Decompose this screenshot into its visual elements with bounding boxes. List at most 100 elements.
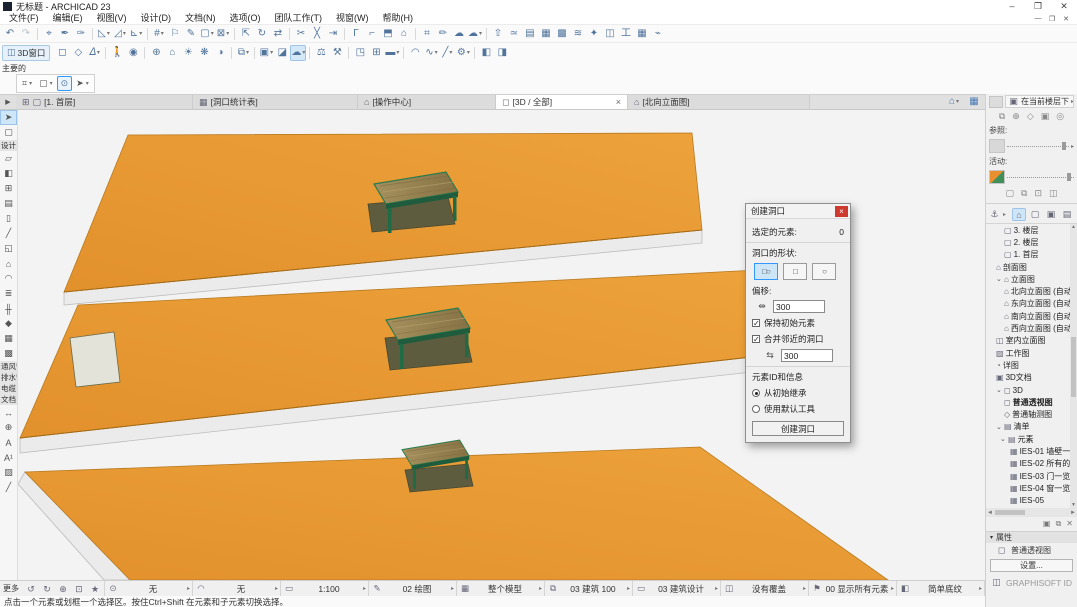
view-tab[interactable]: ▦ [洞口统计表] bbox=[193, 95, 358, 109]
tree-item[interactable]: ⌄ ▤ 元素 bbox=[986, 433, 1077, 445]
cutting-planes[interactable]: ◪ bbox=[274, 45, 290, 61]
view-tab[interactable]: ⌂ [北向立面图] bbox=[628, 95, 810, 109]
orientation[interactable]: ◠ 无 ▸ bbox=[193, 581, 281, 596]
orbit-tool[interactable]: ⊙ bbox=[57, 76, 73, 91]
mdi-minimize-button[interactable]: — bbox=[1031, 15, 1045, 23]
item[interactable] bbox=[144, 47, 145, 59]
palette-dock[interactable]: ▣ bbox=[1043, 519, 1051, 529]
radio-selected[interactable] bbox=[752, 389, 760, 397]
tab-close-icon[interactable]: × bbox=[610, 97, 621, 107]
active-transparency-slider[interactable] bbox=[1007, 172, 1074, 182]
item[interactable] bbox=[254, 47, 255, 59]
item[interactable] bbox=[415, 28, 416, 40]
door-tool[interactable]: ◧ bbox=[0, 166, 17, 181]
cloud-options[interactable]: ☁ ▾ bbox=[467, 26, 483, 42]
tree-item[interactable]: ▦ IES-02 所有的开口 bbox=[986, 458, 1077, 470]
trace-add[interactable]: ⊕ bbox=[1012, 111, 1020, 122]
publisher-tab[interactable]: ▤ bbox=[1060, 208, 1074, 221]
trace-reference-combo[interactable]: ▣ 在当前楼层下 ▸ bbox=[1005, 95, 1074, 108]
item[interactable]: 排水管 bbox=[0, 372, 17, 383]
spline-tool[interactable]: ∿ ▾ bbox=[423, 45, 439, 61]
shell-tool[interactable]: ◠ bbox=[0, 271, 17, 286]
bookmark-view[interactable]: ★ bbox=[88, 581, 102, 597]
radio-unselected[interactable] bbox=[752, 405, 760, 413]
item[interactable] bbox=[289, 28, 290, 40]
view-tab[interactable]: ⊞ ▢ [1. 首层] bbox=[16, 95, 193, 109]
shape-circle-button[interactable]: ○ bbox=[812, 263, 836, 280]
trace-compare[interactable]: ◫ bbox=[1049, 188, 1058, 199]
menu-item[interactable]: 视窗(W) bbox=[329, 13, 376, 24]
item[interactable]: 通风管 bbox=[0, 361, 17, 372]
view-tab[interactable]: ◻ [3D / 全部] × bbox=[496, 95, 628, 109]
palette-close[interactable]: ✕ bbox=[1066, 519, 1073, 529]
split[interactable]: ╳ bbox=[309, 26, 325, 42]
partial-structure-display[interactable]: ▦ 整个模型 ▸ bbox=[457, 581, 545, 596]
project-map-tab[interactable]: ⌂ bbox=[1012, 208, 1026, 221]
offset-input[interactable]: 300 bbox=[773, 300, 825, 313]
axonometry[interactable]: ◇ bbox=[70, 45, 86, 61]
arrow-pointer[interactable]: ➤ ▾ bbox=[73, 76, 92, 91]
stair-tool[interactable]: ≣ bbox=[0, 286, 17, 301]
menu-item[interactable]: 团队工作(T) bbox=[268, 13, 330, 24]
pop-up-navigator[interactable]: ⌂ ▾ bbox=[946, 94, 962, 110]
revision-cloud[interactable]: ☁ bbox=[451, 26, 467, 42]
trim[interactable]: ✂ bbox=[293, 26, 309, 42]
shape-rectangle-button[interactable]: □ bbox=[783, 263, 807, 280]
magic-wand[interactable]: ✎ bbox=[183, 26, 199, 42]
maximize-button[interactable]: ❐ bbox=[1025, 0, 1051, 13]
snap-points[interactable]: ⊾ ▾ bbox=[128, 26, 144, 42]
item[interactable] bbox=[403, 47, 404, 59]
inherit-radio-row[interactable]: 从初始继承 bbox=[752, 387, 844, 399]
tree-item[interactable]: ▢ 3. 楼层 bbox=[986, 224, 1077, 236]
text-tool[interactable]: A bbox=[0, 435, 17, 450]
item[interactable] bbox=[234, 28, 235, 40]
active-color-button[interactable] bbox=[989, 170, 1005, 184]
tree-item[interactable]: ◫ 室内立面图 bbox=[986, 335, 1077, 347]
intersect[interactable]: ⌗ bbox=[419, 26, 435, 42]
tree-item[interactable]: ▣ 3D文档 bbox=[986, 372, 1077, 384]
view-tab[interactable]: ⌂ [操作中心] bbox=[358, 95, 496, 109]
scroll-up-icon[interactable]: ▲ bbox=[1071, 224, 1076, 230]
reference-expand-icon[interactable]: ▸ bbox=[1071, 143, 1074, 150]
beam-tool[interactable]: ╱ bbox=[0, 226, 17, 241]
mark-up-tools[interactable]: ⚒ bbox=[329, 45, 345, 61]
column-tool[interactable]: ▯ bbox=[0, 211, 17, 226]
selection-rect[interactable]: ▢ ▾ bbox=[36, 76, 56, 91]
gravity[interactable]: ⚐ bbox=[167, 26, 183, 42]
tree-item[interactable]: ⌂ 西向立面图 (自动重建) bbox=[986, 322, 1077, 334]
menu-item[interactable]: 编辑(E) bbox=[46, 13, 90, 24]
project-chooser-icon[interactable]: ⚓ bbox=[989, 209, 1000, 220]
zoom-preset[interactable]: ⊙ 无 ▸ bbox=[105, 581, 193, 596]
tree-item[interactable]: ⌂ 剖面图 bbox=[986, 261, 1077, 273]
layer-combination[interactable]: ⧉ 03 建筑 100 ▸ bbox=[545, 581, 633, 596]
tree-item[interactable]: ◔ 详图 bbox=[986, 359, 1077, 371]
chamfer[interactable]: ⌐ bbox=[364, 26, 380, 42]
menu-item[interactable]: 视图(V) bbox=[90, 13, 134, 24]
fit-in-window[interactable]: ⊡ bbox=[72, 581, 86, 597]
arc-tool[interactable]: ◠ bbox=[407, 45, 423, 61]
scroll-thumb[interactable] bbox=[1071, 337, 1076, 397]
3d-window-button[interactable]: ◫ 3D窗口 bbox=[2, 45, 50, 61]
distribute[interactable]: ▦ bbox=[538, 26, 554, 42]
3d-style[interactable]: ☁ ▾ bbox=[290, 45, 306, 61]
tree-item[interactable]: ⌂ 北向立面图 (自动重建) bbox=[986, 285, 1077, 297]
snap-guides[interactable]: ◿ ▾ bbox=[112, 26, 128, 42]
fill-tool[interactable]: ▨ bbox=[0, 465, 17, 480]
rotate[interactable]: ↻ bbox=[254, 26, 270, 42]
morph-tool[interactable]: ◆ bbox=[0, 316, 17, 331]
menu-item[interactable]: 设计(D) bbox=[134, 13, 179, 24]
more-options[interactable]: ⚙ ▾ bbox=[455, 45, 471, 61]
item[interactable] bbox=[105, 47, 106, 59]
3d-viewport[interactable]: 创建洞口 × 选定的元素: 0 洞口的形状: □○ □ bbox=[18, 110, 985, 580]
hatch-pattern[interactable]: ▩ bbox=[554, 26, 570, 42]
trace-switch[interactable]: ⧉ bbox=[999, 111, 1005, 122]
sun-settings[interactable]: ☀ bbox=[180, 45, 196, 61]
dialog-title-bar[interactable]: 创建洞口 × bbox=[746, 204, 850, 219]
tree-item[interactable]: ◻ 普通透视图 bbox=[986, 396, 1077, 408]
measure[interactable]: ⚖ bbox=[313, 45, 329, 61]
scroll-left-icon[interactable]: ◄ bbox=[987, 510, 993, 516]
railing-tool[interactable]: ╫ bbox=[0, 301, 17, 316]
tree-vertical-scrollbar[interactable]: ▲ ▼ bbox=[1070, 224, 1077, 508]
layouts[interactable]: ⧉ ▾ bbox=[235, 45, 251, 61]
tree-item[interactable]: ▢ 1. 首层 bbox=[986, 249, 1077, 261]
